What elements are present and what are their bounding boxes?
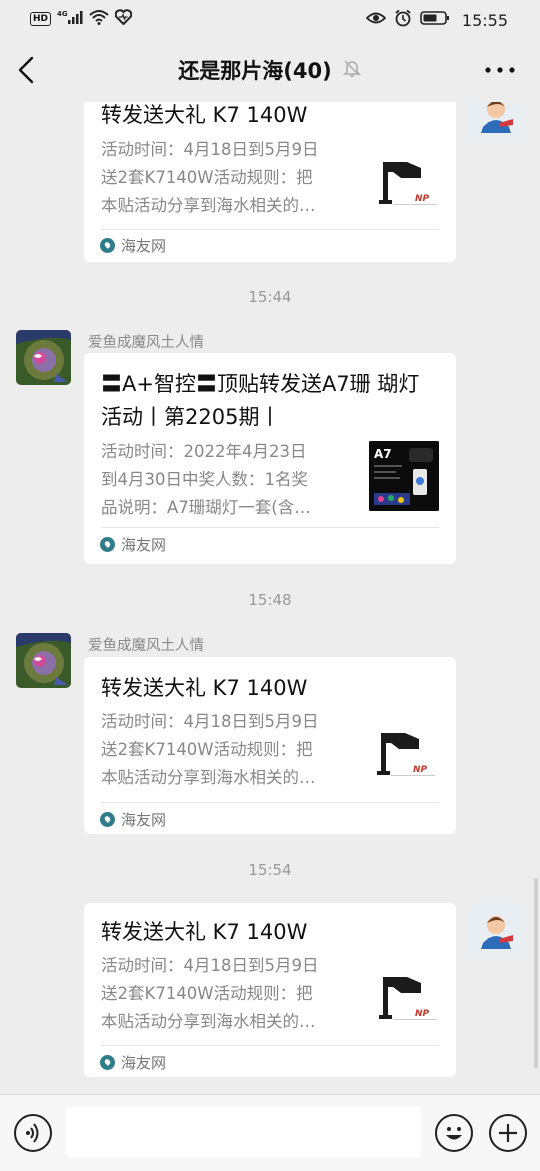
card-title: 〓A+智控〓顶贴转发送A7珊 瑚灯 xyxy=(101,372,420,396)
card-title: 转发送大礼 K7 140W xyxy=(101,676,308,700)
status-bar: HD 4G 15:55 xyxy=(0,0,540,38)
more-dots-icon[interactable] xyxy=(482,58,518,82)
alarm-icon xyxy=(394,9,412,31)
my-avatar[interactable] xyxy=(469,102,524,142)
eye-icon xyxy=(365,10,387,30)
sender-name: 爱鱼成魔风土人情 xyxy=(88,335,204,351)
timestamp: 15:44 xyxy=(248,288,292,306)
thumb-label: A7 xyxy=(374,447,392,461)
svg-text:NP: NP xyxy=(415,194,430,204)
card-title: 活动丨第2205期丨 xyxy=(101,405,281,429)
source-logo-icon xyxy=(100,537,115,552)
hd-badge: HD xyxy=(30,12,52,26)
mute-bell-icon xyxy=(342,58,362,83)
card-desc-line: 到4月30日中奖人数：1名奖 xyxy=(101,470,308,489)
card-desc-line: 品说明：A7珊瑚灯一套(含… xyxy=(101,498,311,517)
card-desc-line: 本贴活动分享到海水相关的… xyxy=(101,1012,316,1031)
k7-light-thumbnail: NP xyxy=(371,959,441,1029)
network-label: 4G xyxy=(57,10,68,18)
a7-light-thumbnail: A7 xyxy=(369,441,439,511)
health-heart-icon xyxy=(114,9,133,29)
card-title: 转发送大礼 K7 140W xyxy=(101,103,308,127)
scrollbar[interactable] xyxy=(534,878,538,1068)
source-name: 海友网 xyxy=(121,536,167,554)
source-name: 海友网 xyxy=(121,237,167,255)
source-name: 海友网 xyxy=(121,1054,167,1072)
sender-avatar[interactable] xyxy=(16,633,71,688)
link-card-message[interactable]: 转发送大礼 K7 140W 活动时间：4月18日到5月9日 送2套K7140W活… xyxy=(84,657,456,834)
message-input[interactable] xyxy=(66,1106,421,1158)
k7-light-thumbnail: NP xyxy=(371,144,441,214)
source-logo-icon xyxy=(100,238,115,253)
wifi-icon xyxy=(89,9,109,29)
card-divider xyxy=(101,229,439,230)
card-desc-line: 送2套K7140W活动规则：把 xyxy=(101,984,313,1003)
card-desc-line: 活动时间：4月18日到5月9日 xyxy=(101,712,319,731)
message-list[interactable]: 转发送大礼 K7 140W 活动时间：4月18日到5月9日 送2套K7140W活… xyxy=(0,102,540,1094)
card-title: 转发送大礼 K7 140W xyxy=(101,920,308,944)
card-desc-line: 送2套K7140W活动规则：把 xyxy=(101,740,313,759)
source-logo-icon xyxy=(100,1055,115,1070)
card-desc-line: 活动时间：4月18日到5月9日 xyxy=(101,956,319,975)
plus-icon[interactable] xyxy=(489,1114,527,1152)
source-name: 海友网 xyxy=(121,811,167,829)
signal-icon: 4G xyxy=(57,9,83,29)
card-source: 海友网 xyxy=(100,235,166,256)
timestamp: 15:48 xyxy=(248,591,292,609)
clock-time: 15:55 xyxy=(461,10,508,30)
battery-icon xyxy=(420,10,450,30)
page-title[interactable]: 还是那片海(40) xyxy=(178,55,331,85)
sender-avatar[interactable] xyxy=(16,330,71,385)
card-desc-line: 活动时间：4月18日到5月9日 xyxy=(101,140,319,159)
card-divider xyxy=(101,527,439,528)
my-avatar[interactable] xyxy=(469,903,524,958)
svg-text:NP: NP xyxy=(413,765,428,775)
timestamp: 15:54 xyxy=(248,861,292,879)
card-desc-line: 送2套K7140W活动规则：把 xyxy=(101,168,313,187)
card-source: 海友网 xyxy=(100,534,166,555)
card-source: 海友网 xyxy=(100,809,166,830)
link-card-message[interactable]: 转发送大礼 K7 140W 活动时间：4月18日到5月9日 送2套K7140W活… xyxy=(84,903,456,1077)
card-desc-line: 本贴活动分享到海水相关的… xyxy=(101,768,316,787)
svg-text:NP: NP xyxy=(415,1009,430,1019)
card-source: 海友网 xyxy=(100,1052,166,1073)
chat-header: 还是那片海(40) xyxy=(0,38,540,102)
input-bar xyxy=(0,1094,540,1171)
source-logo-icon xyxy=(100,812,115,827)
card-divider xyxy=(101,802,439,803)
sender-name: 爱鱼成魔风土人情 xyxy=(88,638,204,654)
voice-icon[interactable] xyxy=(14,1114,52,1152)
k7-light-thumbnail: NP xyxy=(369,715,439,785)
link-card-message[interactable]: 转发送大礼 K7 140W 活动时间：4月18日到5月9日 送2套K7140W活… xyxy=(84,102,456,262)
emoji-icon[interactable] xyxy=(435,1114,473,1152)
card-divider xyxy=(101,1045,439,1046)
card-desc-line: 活动时间：2022年4月23日 xyxy=(101,442,307,461)
link-card-message[interactable]: 〓A+智控〓顶贴转发送A7珊 瑚灯 活动丨第2205期丨 活动时间：2022年4… xyxy=(84,353,456,564)
card-desc-line: 本贴活动分享到海水相关的… xyxy=(101,196,316,215)
